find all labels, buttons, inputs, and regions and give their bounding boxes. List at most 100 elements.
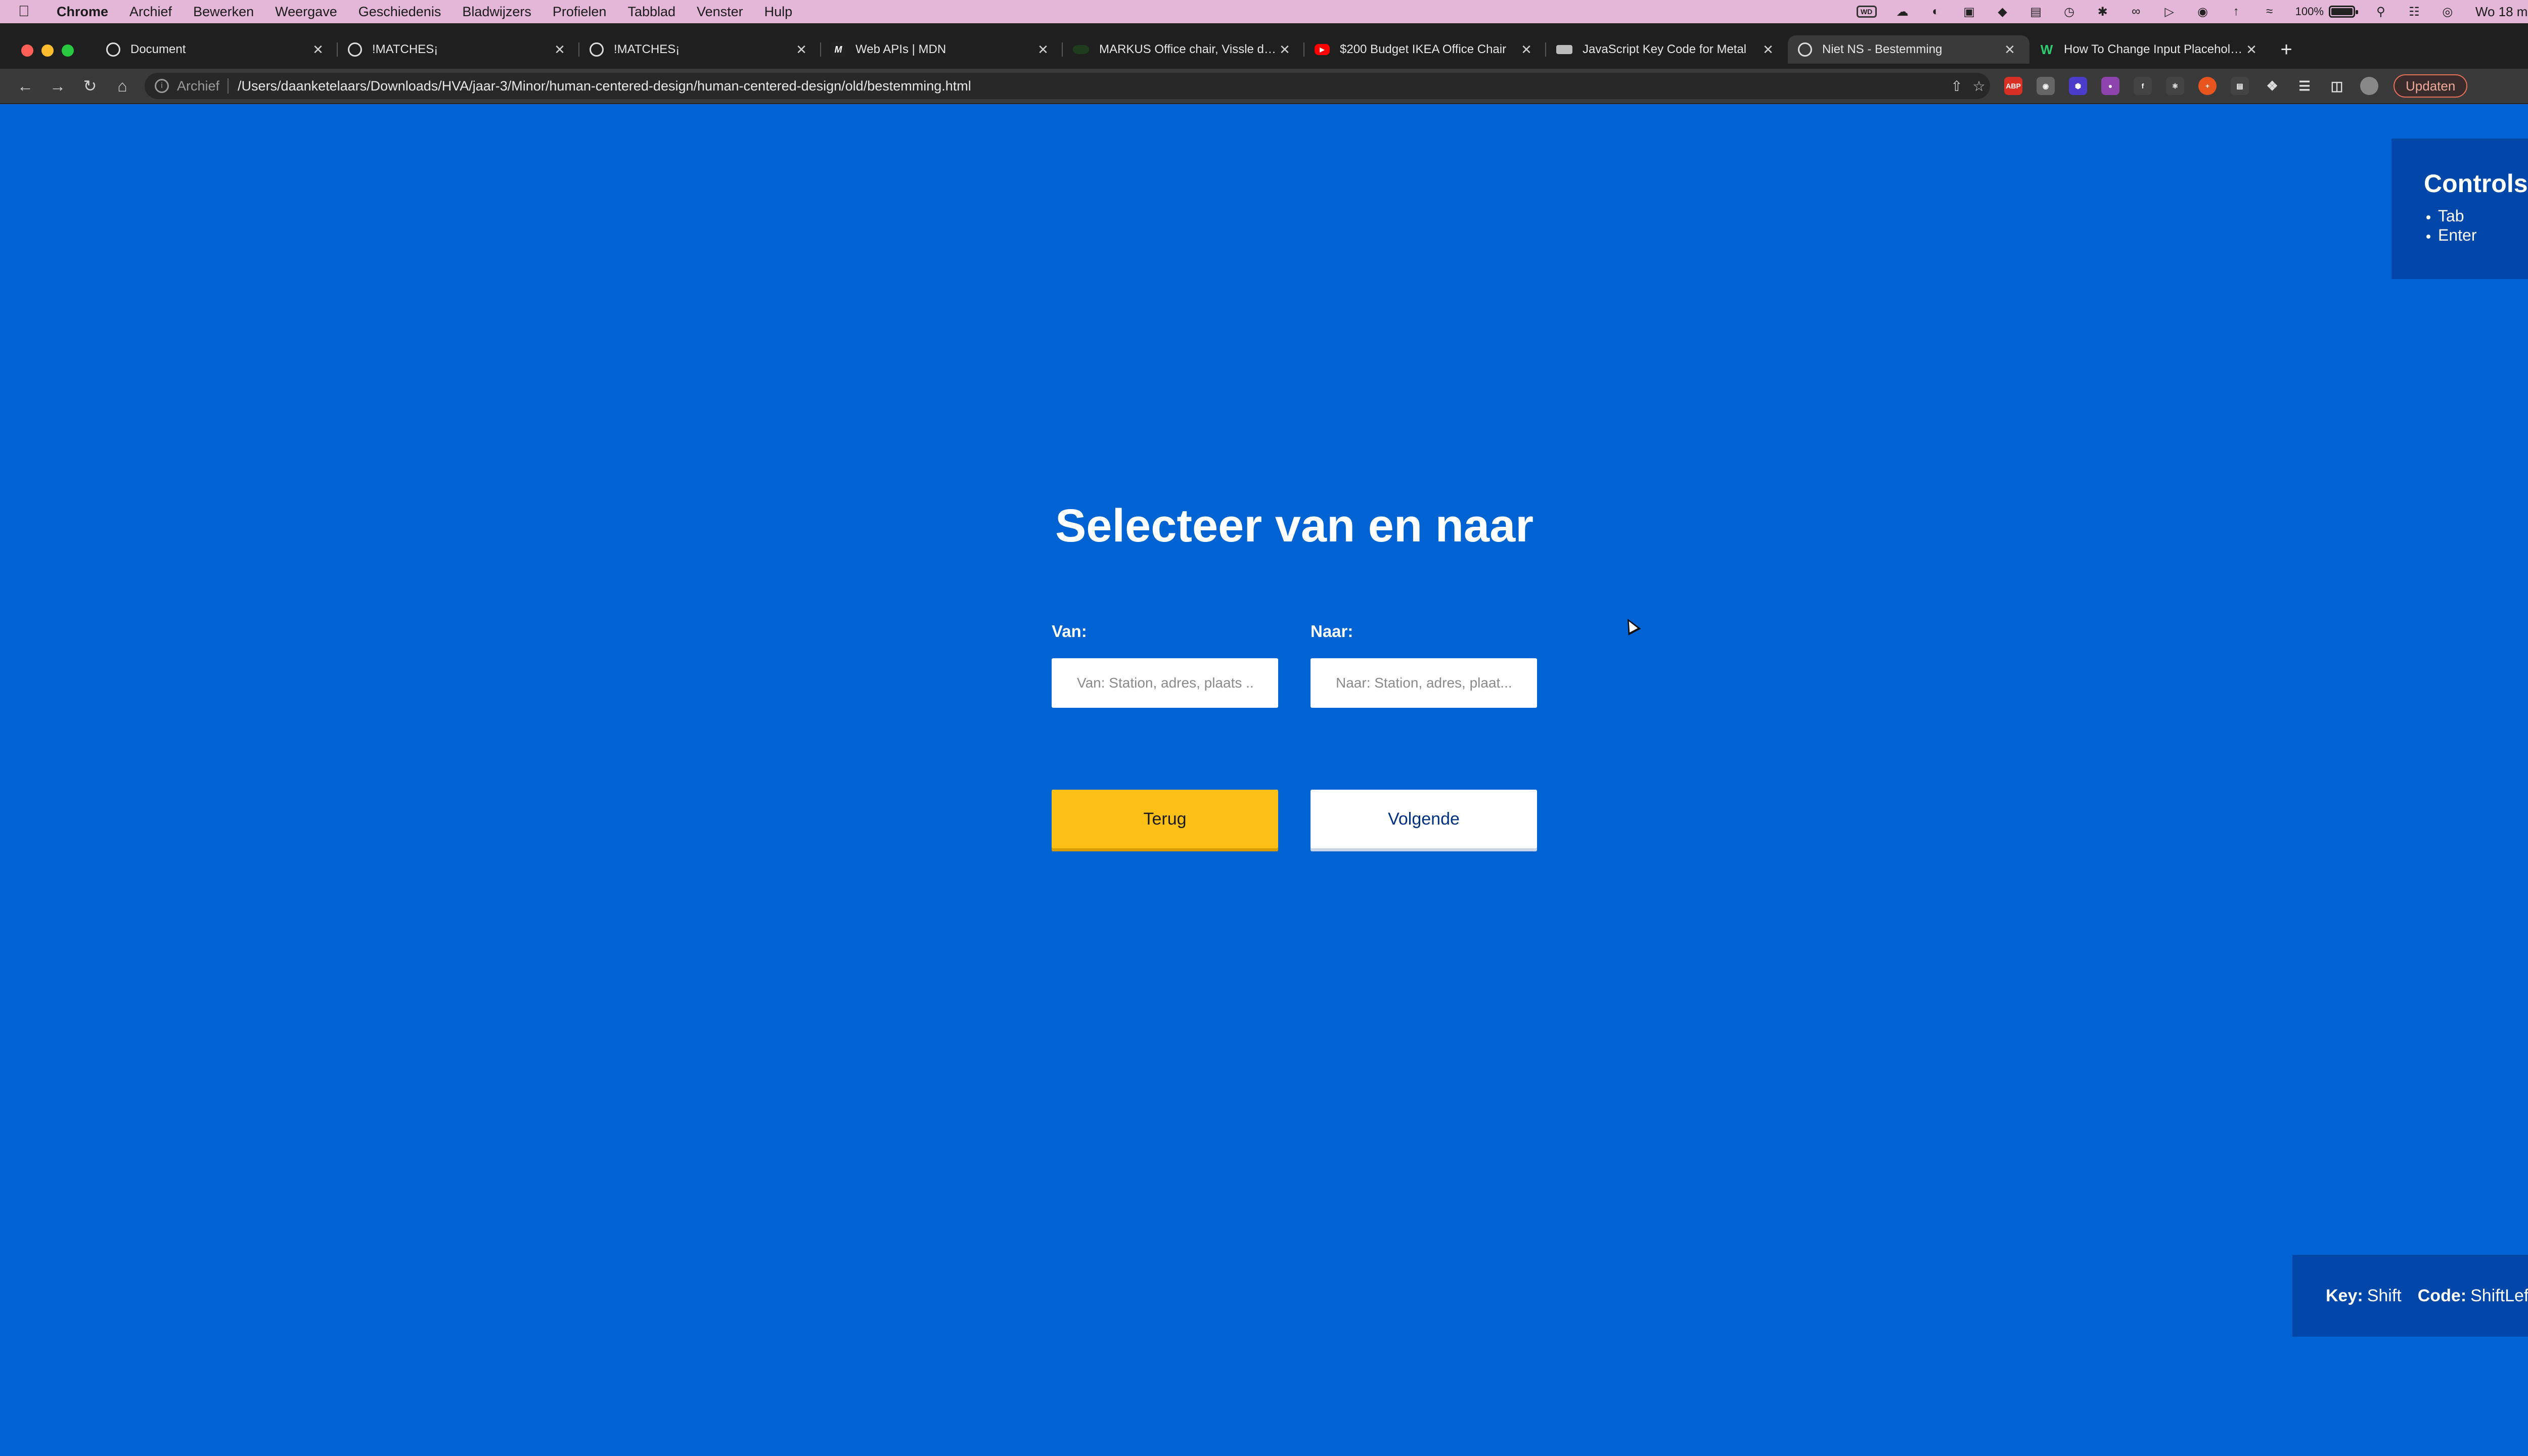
menu-bladwijzers[interactable]: Bladwijzers xyxy=(462,4,531,20)
url-text[interactable]: /Users/daanketelaars/Downloads/HVA/jaar-… xyxy=(238,78,1946,94)
page-title: Selecteer van en naar xyxy=(1055,500,1534,552)
tab-mdn[interactable]: M Web APIs | MDN ✕ xyxy=(821,35,1063,64)
close-icon[interactable]: ✕ xyxy=(2001,42,2018,58)
close-window-button[interactable] xyxy=(21,44,33,57)
apple-icon[interactable]:  xyxy=(18,3,41,20)
purple-extension-icon[interactable]: ● xyxy=(2101,77,2119,95)
tab-matches-1[interactable]: !MATCHES¡ ✕ xyxy=(338,35,579,64)
menu-venster[interactable]: Venster xyxy=(697,4,743,20)
close-icon[interactable]: ✕ xyxy=(793,42,810,58)
reload-icon[interactable]: ↻ xyxy=(76,72,104,100)
share-icon[interactable]: ⇧ xyxy=(1946,78,1968,95)
clock[interactable]: Wo 18 mei 19:19 xyxy=(2475,4,2528,20)
camera-icon[interactable]: ◉ xyxy=(2037,77,2055,95)
wd-drive-icon[interactable]: WD xyxy=(1856,6,1877,18)
tab-markus-chair[interactable]: MARKUS Office chair, Vissle dark ✕ xyxy=(1063,35,1304,64)
creative-cloud-icon[interactable]: ☁ xyxy=(1895,5,1910,19)
play-icon[interactable]: ▷ xyxy=(2162,5,2177,19)
tab-placeholder[interactable]: W How To Change Input Placeholder ✕ xyxy=(2029,35,2271,64)
glasses-icon[interactable]: ∞ xyxy=(2129,5,2144,18)
time-machine-icon[interactable]: ◷ xyxy=(2062,5,2077,19)
menu-tabblad[interactable]: Tabblad xyxy=(627,4,675,20)
wifi-icon[interactable]: ≈ xyxy=(2262,5,2277,18)
avatar[interactable] xyxy=(2360,77,2378,95)
from-input[interactable] xyxy=(1052,658,1278,708)
vpn-icon[interactable]: ◉ xyxy=(2195,5,2210,19)
menu-hulp[interactable]: Hulp xyxy=(764,4,793,20)
close-icon[interactable]: ✕ xyxy=(1276,42,1293,58)
back-arrow-icon[interactable]: ← xyxy=(11,72,39,100)
info-icon[interactable]: i xyxy=(155,79,169,93)
close-icon[interactable]: ✕ xyxy=(1759,42,1777,58)
tab-title: $200 Budget IKEA Office Chair xyxy=(1340,42,1507,56)
menu-chrome[interactable]: Chrome xyxy=(57,4,108,20)
controls-panel: Controls Tab Enter xyxy=(2391,139,2528,279)
new-tab-button[interactable]: + xyxy=(2271,35,2301,64)
menu-geschiedenis[interactable]: Geschiedenis xyxy=(358,4,441,20)
bluetooth-icon[interactable]: ✱ xyxy=(2095,5,2110,19)
close-icon[interactable]: ✕ xyxy=(1034,42,1052,58)
home-icon[interactable]: ⌂ xyxy=(108,72,137,100)
tab-youtube[interactable]: ▶ $200 Budget IKEA Office Chair ✕ xyxy=(1304,35,1546,64)
code-value: ShiftLeft xyxy=(2470,1286,2528,1305)
hexagon-extension-icon[interactable]: ⬢ xyxy=(2069,77,2087,95)
controls-title: Controls xyxy=(2424,169,2528,198)
control-center-icon[interactable]: ☷ xyxy=(2407,5,2422,19)
search-icon[interactable]: ⚲ xyxy=(2373,5,2388,19)
menu-bewerken[interactable]: Bewerken xyxy=(193,4,254,20)
globe-icon xyxy=(590,42,604,57)
minimize-window-button[interactable] xyxy=(41,44,54,57)
to-input[interactable] xyxy=(1311,658,1537,708)
siri-icon[interactable]: ◎ xyxy=(2440,5,2455,19)
close-icon[interactable]: ✕ xyxy=(1518,42,1535,58)
status-icons: WD ☁ ◐ ▣ ◆ ▤ ◷ ✱ ∞ ▷ ◉ ↑ ≈ 100% ⚲ ☷ ◎ Wo… xyxy=(1838,0,2528,23)
tab-document[interactable]: Document ✕ xyxy=(96,35,338,64)
from-label: Van: xyxy=(1052,622,1087,641)
puzzle-extensions-icon[interactable]: ❖ xyxy=(2263,77,2281,95)
divider xyxy=(228,78,229,94)
next-button[interactable]: Volgende xyxy=(1311,790,1537,848)
gamepad-icon[interactable]: ◆ xyxy=(1995,5,2010,19)
address-bar[interactable]: i Archief /Users/daanketelaars/Downloads… xyxy=(145,73,1990,99)
menu-bar:  Chrome Archief Bewerken Weergave Gesch… xyxy=(0,0,2528,23)
tab-niet-ns[interactable]: Niet NS - Bestemming ✕ xyxy=(1788,35,2029,64)
url-scheme: Archief xyxy=(177,78,220,94)
side-panel-icon[interactable]: ◫ xyxy=(2328,77,2346,95)
menu-profielen[interactable]: Profielen xyxy=(553,4,607,20)
close-icon[interactable]: ✕ xyxy=(309,42,327,58)
app-c-icon[interactable]: ◐ xyxy=(1928,5,1944,18)
battery-fill xyxy=(2331,8,2353,15)
forward-arrow-icon[interactable]: → xyxy=(43,72,72,100)
tab-keycode[interactable]: JavaScript Key Code for Metal ✕ xyxy=(1546,35,1788,64)
tab-title: Niet NS - Bestemming xyxy=(1822,42,1943,56)
media-control-icon[interactable]: ☰ xyxy=(2295,77,2314,95)
globe-icon xyxy=(106,42,120,57)
controls-item-enter: Enter xyxy=(2438,225,2528,245)
tab-title: JavaScript Key Code for Metal xyxy=(1583,42,1747,56)
battery-icon[interactable] xyxy=(2328,6,2358,18)
w-icon: W xyxy=(2040,41,2053,57)
zoom-window-button[interactable] xyxy=(62,44,74,57)
airdrop-icon[interactable]: ↑ xyxy=(2229,5,2244,18)
monitor-icon[interactable]: ▤ xyxy=(2028,5,2044,19)
font-extension-icon[interactable]: f xyxy=(2134,77,2152,95)
close-icon[interactable]: ✕ xyxy=(2243,42,2260,58)
tab-title: MARKUS Office chair, Vissle dark xyxy=(1099,42,1276,56)
battery-percent[interactable]: 100% xyxy=(2295,5,2324,18)
keyboard-icon xyxy=(1556,45,1572,54)
page-content: Controls Tab Enter xyxy=(0,104,2528,1456)
update-button[interactable]: Updaten xyxy=(2394,74,2468,98)
tab-title: How To Change Input Placeholder xyxy=(2064,42,2243,56)
mdn-icon: M xyxy=(831,42,845,57)
orange-extension-icon[interactable]: + xyxy=(2198,77,2217,95)
display-icon[interactable]: ▣ xyxy=(1962,5,1977,19)
tab-matches-2[interactable]: !MATCHES¡ ✕ xyxy=(579,35,821,64)
bookmark-star-icon[interactable]: ☆ xyxy=(1968,78,1990,95)
react-icon[interactable]: ⚛ xyxy=(2166,77,2184,95)
close-icon[interactable]: ✕ xyxy=(551,42,568,58)
menu-archief[interactable]: Archief xyxy=(129,4,172,20)
menu-weergave[interactable]: Weergave xyxy=(275,4,337,20)
back-button[interactable]: Terug xyxy=(1052,790,1278,848)
adblock-icon[interactable]: ABP xyxy=(2004,77,2022,95)
reader-icon[interactable]: ▤ xyxy=(2231,77,2249,95)
